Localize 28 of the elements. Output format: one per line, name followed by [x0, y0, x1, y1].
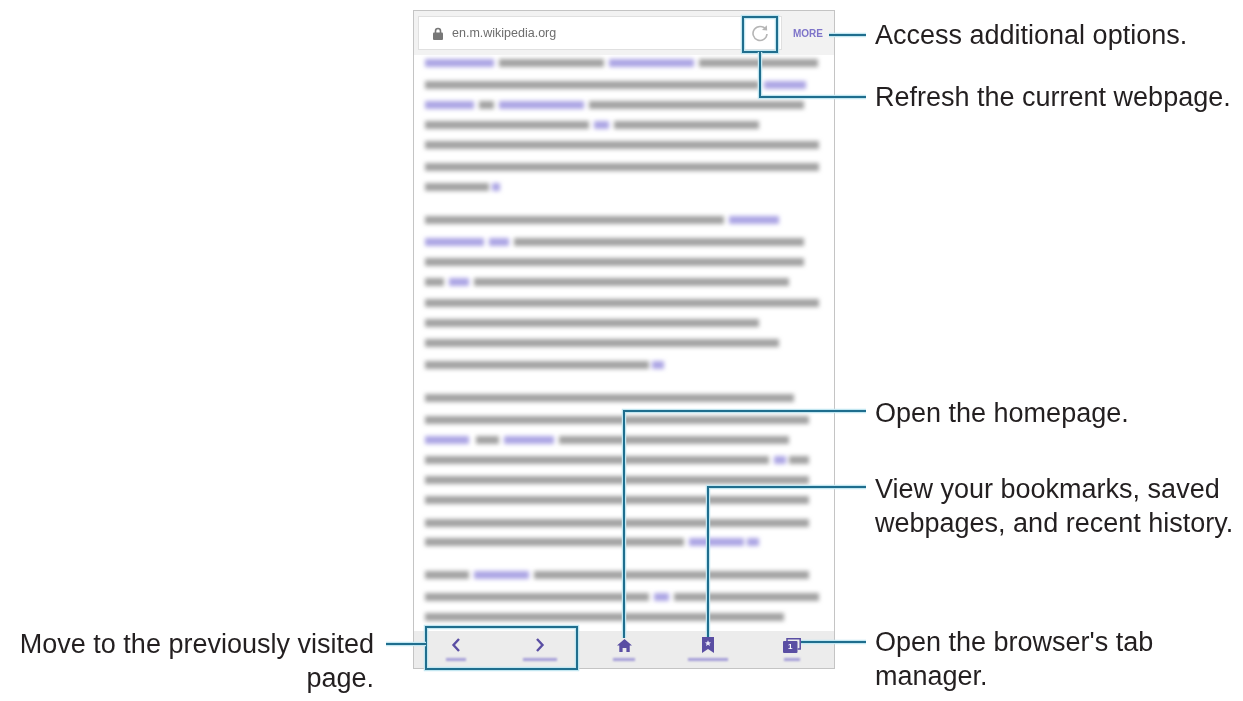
callout-text: View your bookmarks, saved webpages, and recent history. — [875, 473, 1235, 540]
more-button[interactable]: MORE — [782, 27, 834, 39]
refresh-icon — [751, 24, 769, 42]
bookmark-icon — [702, 637, 714, 653]
callout-line — [385, 641, 427, 647]
blurred-caption — [523, 658, 557, 661]
chevron-left-icon — [451, 637, 461, 653]
blurred-caption — [688, 658, 728, 661]
home-icon — [616, 638, 632, 652]
callout-text: Open the browser's tab manager. — [875, 626, 1155, 693]
callout-line — [828, 32, 867, 38]
tabs-button[interactable]: 1 — [783, 637, 801, 653]
chevron-right-icon — [535, 637, 545, 653]
back-button[interactable] — [451, 637, 461, 653]
blurred-caption — [446, 658, 466, 661]
callout-text: Open the homepage. — [875, 397, 1130, 430]
lock-icon — [433, 26, 443, 40]
address-field[interactable]: en.m.wikipedia.org — [418, 16, 782, 50]
blurred-caption — [613, 658, 635, 661]
bookmarks-button[interactable] — [702, 637, 714, 653]
blurred-caption — [784, 658, 800, 661]
forward-button[interactable] — [535, 637, 545, 653]
tabs-icon — [783, 637, 801, 653]
callout-text: Refresh the current webpage. — [875, 81, 1232, 114]
home-button[interactable] — [616, 637, 632, 653]
callout-frame — [740, 14, 780, 55]
callout-text: Move to the previously visited page. — [18, 628, 374, 695]
callout-text: Access additional options. — [875, 19, 1189, 52]
